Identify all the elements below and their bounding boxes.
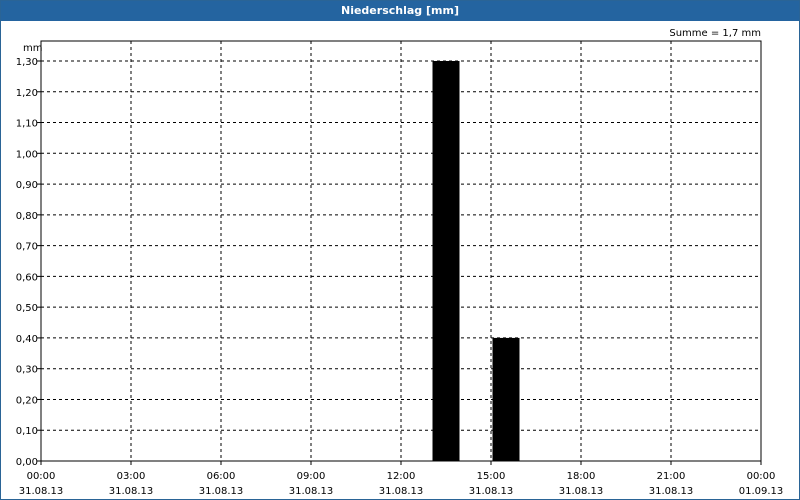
bars — [432, 61, 520, 461]
y-tick-label: 1,10 — [16, 119, 38, 130]
x-tick-date: 01.09.13 — [739, 486, 784, 497]
precipitation-bar — [492, 337, 520, 461]
y-tick-label: 0,00 — [16, 457, 38, 468]
y-tick-label: 1,30 — [16, 57, 38, 68]
x-tick-time: 00:00 — [747, 471, 776, 482]
y-tick-label: 0,70 — [16, 242, 38, 253]
x-tick-date: 31.08.13 — [559, 486, 604, 497]
x-tick-time: 18:00 — [567, 471, 596, 482]
x-tick-time: 09:00 — [297, 471, 326, 482]
sum-annotation: Summe = 1,7 mm — [669, 28, 761, 39]
x-tick-date: 31.08.13 — [469, 486, 514, 497]
y-axis-label: mm — [23, 43, 42, 54]
x-tick-date: 31.08.13 — [109, 486, 154, 497]
y-tick-label: 0,20 — [16, 395, 38, 406]
x-tick-time: 03:00 — [117, 471, 146, 482]
x-axis-ticks: 00:00 31.08.13 03:00 31.08.13 06:00 31.08.13 0… — [19, 461, 784, 497]
y-tick-label: 0,50 — [16, 303, 38, 314]
chart-window: Niederschlag [mm] 0,00 0,10 0,20 0,30 0,40 0,… — [0, 0, 800, 500]
x-tick-time: 21:00 — [657, 471, 686, 482]
y-tick-label: 0,90 — [16, 180, 38, 191]
y-tick-label: 0,40 — [16, 334, 38, 345]
y-tick-label: 0,30 — [16, 365, 38, 376]
x-tick-date: 31.08.13 — [649, 486, 694, 497]
x-tick-time: 15:00 — [477, 471, 506, 482]
precipitation-chart: 0,00 0,10 0,20 0,30 0,40 0,50 0,60 0,70 0,80 0,90… — [16, 28, 784, 497]
x-tick-time: 06:00 — [207, 471, 236, 482]
y-tick-label: 0,10 — [16, 426, 38, 437]
x-tick-date: 31.08.13 — [289, 486, 334, 497]
precipitation-bar — [432, 61, 460, 461]
x-tick-date: 31.08.13 — [19, 486, 64, 497]
y-tick-label: 0,60 — [16, 272, 38, 283]
y-tick-label: 1,00 — [16, 149, 38, 160]
y-axis-ticks: 0,00 0,10 0,20 0,30 0,40 0,50 0,60 0,70 0,80 0,90… — [16, 57, 41, 468]
x-tick-date: 31.08.13 — [199, 486, 244, 497]
y-tick-label: 1,20 — [16, 88, 38, 99]
grid — [41, 41, 761, 461]
x-tick-time: 00:00 — [27, 471, 56, 482]
x-tick-time: 12:00 — [387, 471, 416, 482]
x-tick-date: 31.08.13 — [379, 486, 424, 497]
y-tick-label: 0,80 — [16, 211, 38, 222]
